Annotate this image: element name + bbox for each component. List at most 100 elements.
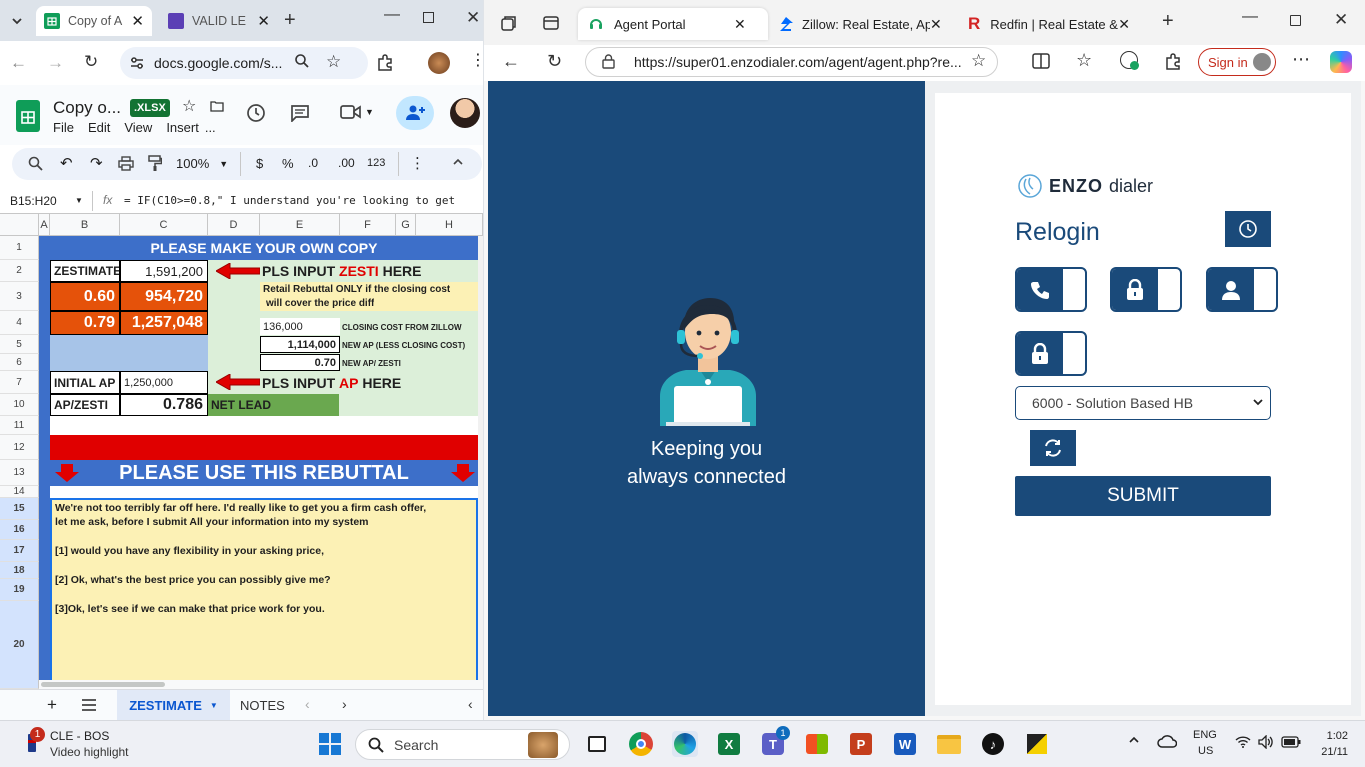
favorite-star-icon[interactable]: ☆	[971, 51, 986, 71]
col-header-b[interactable]: B	[50, 214, 120, 236]
clock-date[interactable]: 21/11	[1314, 746, 1348, 758]
cell-ap-zesti-label[interactable]: AP/ZESTI	[50, 394, 120, 416]
region-code[interactable]: US	[1198, 745, 1213, 757]
sheet-tab-notes[interactable]: NOTES	[240, 690, 285, 720]
scroll-tabs-right-icon[interactable]: ›	[342, 696, 347, 712]
reload-icon[interactable]: ↻	[547, 51, 562, 72]
row-header[interactable]: 11	[0, 416, 39, 435]
minimize-icon[interactable]: —	[1242, 8, 1258, 26]
row-header[interactable]: 17	[0, 540, 39, 562]
add-sheet-icon[interactable]: +	[47, 695, 57, 715]
zoom-select[interactable]: 100% ▼	[176, 156, 228, 171]
bookmark-star-icon[interactable]: ☆	[326, 52, 341, 72]
cell-zestimate-label[interactable]: ZESTIMATE	[50, 260, 120, 282]
minimize-icon[interactable]: —	[384, 6, 400, 24]
show-hidden-icons[interactable]	[1128, 734, 1140, 746]
password-login-field[interactable]	[1110, 267, 1182, 312]
edge-icon[interactable]	[672, 731, 698, 757]
refresh-campaigns-button[interactable]	[1030, 430, 1076, 466]
close-icon[interactable]: ✕	[930, 16, 942, 33]
tab-agent-portal[interactable]: Agent Portal ✕	[578, 8, 768, 40]
menu-edit[interactable]: Edit	[88, 120, 110, 135]
battery-icon[interactable]	[1281, 736, 1301, 748]
cell-pct-2[interactable]: 0.79	[50, 311, 120, 335]
cell-val-2[interactable]: 1,257,048	[120, 311, 208, 335]
site-info-icon[interactable]	[129, 55, 145, 71]
formula-input[interactable]: = IF(C10>=0.8," I understand you're look…	[124, 194, 455, 207]
phone-login-field[interactable]	[1015, 267, 1087, 312]
tab-redfin[interactable]: R Redfin | Real Estate & Ho ✕	[958, 8, 1148, 40]
wifi-icon[interactable]	[1235, 736, 1251, 748]
back-icon[interactable]: ←	[502, 51, 520, 72]
cell-initial-ap-value[interactable]: 1,250,000	[120, 371, 208, 394]
campaign-select[interactable]: 6000 - Solution Based HB	[1015, 386, 1271, 420]
menu-file[interactable]: File	[53, 120, 74, 135]
col-header-a[interactable]: A	[39, 214, 50, 236]
row-header[interactable]: 13	[0, 460, 39, 486]
new-ap-label[interactable]: NEW AP (LESS CLOSING COST)	[342, 338, 465, 352]
back-icon[interactable]: ←	[10, 53, 27, 73]
start-button[interactable]	[317, 731, 343, 757]
move-folder-icon[interactable]	[210, 99, 224, 113]
menu-insert[interactable]: Insert	[166, 120, 199, 135]
col-header-c[interactable]: C	[120, 214, 208, 236]
print-icon[interactable]	[118, 156, 134, 171]
word-icon[interactable]: W	[892, 731, 918, 757]
cell-closing-cost[interactable]: 136,000	[260, 318, 340, 335]
new-ratio-label[interactable]: NEW AP/ ZESTI	[342, 356, 401, 370]
row-header[interactable]: 6	[0, 354, 39, 371]
retail-note-line1[interactable]: Retail Rebuttal ONLY if the closing cost	[263, 283, 450, 296]
col-header-f[interactable]: F	[340, 214, 396, 236]
task-view-icon[interactable]	[584, 731, 610, 757]
scroll-thumb[interactable]	[41, 682, 165, 687]
maximize-icon[interactable]	[1290, 15, 1301, 26]
row-header[interactable]: 18	[0, 562, 39, 579]
scroll-tabs-left-icon[interactable]: ‹	[305, 696, 310, 712]
widget-subtitle[interactable]: Video highlight	[50, 745, 129, 759]
excel-icon[interactable]: X	[716, 731, 742, 757]
cell-zestimate-value[interactable]: 1,591,200	[120, 260, 208, 282]
cell-val-1[interactable]: 954,720	[120, 282, 208, 311]
row-header[interactable]: 4	[0, 311, 39, 335]
close-icon[interactable]: ✕	[257, 12, 270, 30]
cell-net-lead[interactable]: NET LEAD	[208, 394, 339, 416]
close-icon[interactable]: ✕	[734, 16, 746, 33]
sign-in-button[interactable]: Sign in	[1198, 48, 1276, 76]
more-tools-icon[interactable]: ⋮	[410, 154, 425, 172]
clock-time[interactable]: 1:02	[1322, 730, 1348, 742]
row-header[interactable]: 7	[0, 371, 39, 394]
redo-icon[interactable]: ↷	[90, 154, 103, 172]
cell-new-ratio[interactable]: 0.70	[260, 354, 340, 371]
tab-zillow[interactable]: Zillow: Real Estate, Apart ✕	[768, 8, 958, 40]
row-header[interactable]: 20	[0, 601, 39, 689]
banner-make-copy[interactable]: PLEASE MAKE YOUR OWN COPY	[50, 236, 478, 260]
browser-essentials-icon[interactable]	[1120, 51, 1139, 70]
lock-icon[interactable]	[602, 54, 615, 69]
col-header-e[interactable]: E	[260, 214, 340, 236]
col-header-d[interactable]: D	[208, 214, 260, 236]
close-icon[interactable]: ✕	[131, 12, 144, 30]
cell-new-ap[interactable]: 1,114,000	[260, 336, 340, 353]
cell-pct-1[interactable]: 0.60	[50, 282, 120, 311]
row-header[interactable]: 16	[0, 520, 39, 540]
row-header[interactable]: 10	[0, 394, 39, 416]
language-code[interactable]: ENG	[1193, 729, 1217, 741]
select-all-corner[interactable]	[0, 214, 39, 236]
close-window-icon[interactable]: ✕	[466, 8, 480, 28]
weather-widget-icon[interactable]: 1	[22, 727, 45, 756]
close-window-icon[interactable]: ✕	[1334, 10, 1348, 30]
user-avatar[interactable]	[450, 98, 480, 128]
increase-decimal-button[interactable]: .00	[338, 156, 355, 170]
tab-valid-le[interactable]: VALID LE ✕	[160, 6, 278, 36]
profile-avatar[interactable]	[428, 52, 450, 74]
col-header-g[interactable]: G	[396, 214, 416, 236]
name-box-dropdown-icon[interactable]: ▼	[75, 196, 83, 205]
row-header[interactable]: 15	[0, 498, 39, 520]
extensions-icon[interactable]	[1164, 52, 1182, 70]
currency-format-button[interactable]: $	[256, 156, 263, 171]
taskbar-search[interactable]: Search	[355, 729, 570, 760]
reload-icon[interactable]: ↻	[84, 52, 98, 72]
left-url-field[interactable]: docs.google.com/s... ☆	[120, 47, 368, 79]
cell-initial-ap-label[interactable]: INITIAL AP	[50, 371, 120, 394]
tiktok-icon[interactable]: ♪	[980, 731, 1006, 757]
